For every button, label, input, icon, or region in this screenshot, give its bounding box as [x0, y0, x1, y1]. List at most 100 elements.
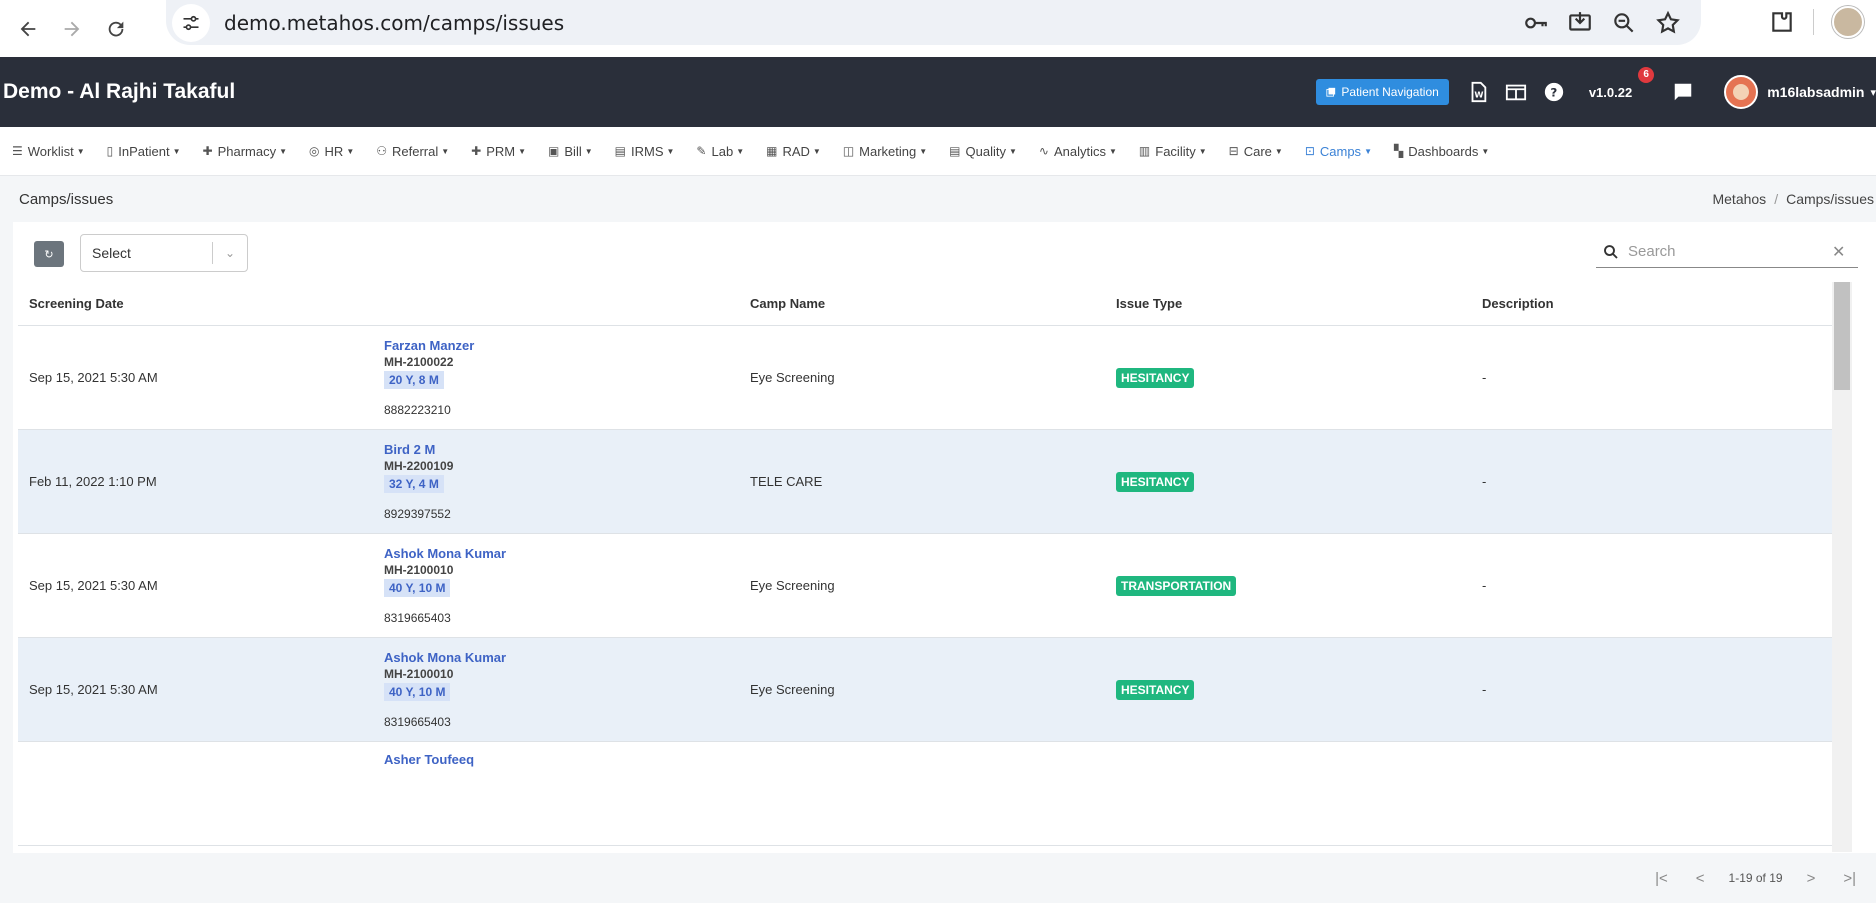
caret-icon: ▼ — [919, 146, 928, 156]
caret-icon: ▼ — [1364, 146, 1372, 156]
menu-camps[interactable]: ⊡ Camps ▼ — [1305, 144, 1372, 159]
chevron-down-icon[interactable]: ⌄ — [213, 246, 247, 260]
page-header: Camps/issues Metahos / Camps/issues — [0, 176, 1876, 222]
table-scrollbar[interactable] — [1832, 282, 1852, 852]
table-header: Screening Date Camp Name Issue Type Desc… — [18, 282, 1848, 326]
screening-date: Sep 15, 2021 5:30 AM — [29, 370, 158, 385]
menu-lab[interactable]: ✎ Lab ▼ — [696, 144, 744, 159]
reload-button[interactable] — [98, 11, 134, 47]
user-avatar[interactable] — [1724, 75, 1759, 109]
menu-label: Lab — [711, 143, 734, 159]
svg-text:?: ? — [1550, 86, 1557, 100]
help-icon[interactable]: ? — [1543, 81, 1565, 103]
clear-search-icon[interactable]: ✕ — [1832, 242, 1854, 262]
description: - — [1482, 578, 1487, 593]
caret-icon: ▼ — [279, 146, 288, 156]
menu-pharmacy[interactable]: ✚ Pharmacy ▼ — [203, 144, 288, 159]
menu-hr[interactable]: ◎ HR ▼ — [309, 144, 354, 159]
menu-label: InPatient — [118, 143, 170, 159]
menu-irms[interactable]: ▤ IRMS ▼ — [615, 144, 675, 159]
col-description[interactable]: Description — [1482, 296, 1848, 311]
menu-analytics[interactable]: ∿ Analytics ▼ — [1039, 144, 1117, 159]
menu-quality[interactable]: ▤ Quality ▼ — [949, 144, 1017, 159]
chevron-down-icon[interactable]: ▾ — [1870, 86, 1876, 99]
search-icon — [1604, 244, 1618, 259]
table-row[interactable]: Sep 15, 2021 5:30 AM Ashok Mona Kumar MH… — [18, 534, 1848, 638]
browser-profile-avatar[interactable] — [1832, 6, 1864, 38]
caret-icon: ▼ — [76, 146, 85, 156]
patient-name-link[interactable]: Asher Toufeeq — [384, 752, 750, 767]
menu-label: Analytics — [1053, 143, 1106, 159]
patient-phone: 8929397552 — [384, 507, 451, 521]
refresh-button[interactable]: ↻ — [34, 241, 64, 267]
menu-referral[interactable]: ⚇ Referral ▼ — [376, 144, 449, 159]
word-doc-icon[interactable]: W — [1467, 81, 1489, 103]
site-settings-icon[interactable] — [172, 3, 210, 42]
issues-card: ↻ Select ⌄ ✕ Screening Date Camp Name Is… — [13, 222, 1876, 903]
caret-icon: ▼ — [1481, 146, 1490, 156]
zoom-icon[interactable] — [1611, 10, 1637, 36]
back-button[interactable] — [10, 11, 46, 47]
url-text: demo.metahos.com/camps/issues — [224, 10, 565, 35]
table-row[interactable]: Sep 15, 2021 5:30 AM Ashok Mona Kumar MH… — [18, 638, 1848, 742]
plus-icon: ✚ — [471, 144, 482, 158]
first-page-icon[interactable]: |< — [1655, 870, 1668, 887]
menu-prm[interactable]: ✚ PRM ▼ — [471, 144, 526, 159]
extensions-icon[interactable] — [1769, 9, 1795, 35]
patient-navigation-button[interactable]: Patient Navigation — [1316, 79, 1449, 105]
issue-type-cell: HESITANCY — [1116, 471, 1482, 492]
table-row[interactable]: Feb 11, 2022 1:10 PM Bird 2 M MH-2200109… — [18, 430, 1848, 534]
menu-worklist[interactable]: ☰ Worklist ▼ — [12, 144, 85, 159]
patient-id: MH-2100010 — [384, 667, 454, 681]
bed-icon: ▯ — [106, 144, 114, 158]
menu-label: Worklist — [27, 143, 74, 159]
select-value: Select — [92, 245, 131, 261]
col-camp-name[interactable]: Camp Name — [750, 296, 1116, 311]
search-input[interactable] — [1628, 243, 1832, 260]
toolbar-divider — [1813, 9, 1814, 35]
patient-name-link[interactable]: Ashok Mona Kumar — [384, 546, 750, 561]
window-icon[interactable] — [1505, 81, 1527, 103]
breadcrumb-root[interactable]: Metahos — [1712, 191, 1766, 207]
prev-page-icon[interactable]: < — [1696, 870, 1705, 887]
caret-icon: ▼ — [1274, 146, 1283, 156]
table-row[interactable]: Sep 15, 2021 5:30 AM Farzan Manzer MH-21… — [18, 326, 1848, 430]
version-label: v1.0.22 6 — [1589, 66, 1655, 100]
patient-name-link[interactable]: Farzan Manzer — [384, 338, 750, 353]
key-icon[interactable] — [1523, 10, 1549, 36]
menu-label: Bill — [564, 143, 582, 159]
forward-button[interactable] — [54, 11, 90, 47]
menu-facility[interactable]: ▥ Facility ▼ — [1139, 144, 1207, 159]
table-row[interactable]: Asher Toufeeq — [18, 742, 1848, 846]
bookmark-star-icon[interactable] — [1655, 10, 1681, 36]
username[interactable]: m16labsadmin — [1767, 84, 1864, 100]
next-page-icon[interactable]: > — [1807, 870, 1816, 887]
address-bar[interactable]: demo.metahos.com/camps/issues — [166, 0, 1701, 45]
menu-label: Marketing — [859, 143, 917, 159]
patient-phone: 8882223210 — [384, 403, 451, 417]
caret-icon: ▼ — [736, 146, 745, 156]
filter-select[interactable]: Select ⌄ — [80, 234, 248, 272]
col-issue-type[interactable]: Issue Type — [1116, 296, 1482, 311]
patient-cell: Ashok Mona Kumar MH-2100010 40 Y, 10 M 8… — [384, 546, 750, 625]
col-screening-date[interactable]: Screening Date — [18, 296, 384, 311]
install-app-icon[interactable] — [1567, 10, 1593, 36]
menu-marketing[interactable]: ◫ Marketing ▼ — [843, 144, 927, 159]
reload-icon — [108, 21, 124, 36]
patient-name-link[interactable]: Bird 2 M — [384, 442, 750, 457]
film-icon: ▦ — [766, 144, 778, 158]
scrollbar-thumb[interactable] — [1834, 282, 1850, 390]
menu-care[interactable]: ⊟ Care ▼ — [1229, 144, 1283, 159]
menu-inpatient[interactable]: ▯ InPatient ▼ — [107, 144, 181, 159]
main-menu: ☰ Worklist ▼ ▯ InPatient ▼ ✚ Pharmacy ▼ ◎ HR ▼ ⚇… — [0, 127, 1876, 176]
menu-label: Camps — [1319, 143, 1362, 159]
caret-icon: ▼ — [441, 146, 450, 156]
caret-icon: ▼ — [584, 146, 593, 156]
patient-name-link[interactable]: Ashok Mona Kumar — [384, 650, 750, 665]
chat-icon[interactable] — [1672, 81, 1694, 103]
last-page-icon[interactable]: >| — [1843, 870, 1856, 887]
patient-cell: Bird 2 M MH-2200109 32 Y, 4 M 8929397552 — [384, 442, 750, 521]
menu-dashboards[interactable]: ▚ Dashboards ▼ — [1394, 144, 1489, 159]
menu-bill[interactable]: ▣ Bill ▼ — [548, 144, 593, 159]
menu-rad[interactable]: ▦ RAD ▼ — [766, 144, 821, 159]
